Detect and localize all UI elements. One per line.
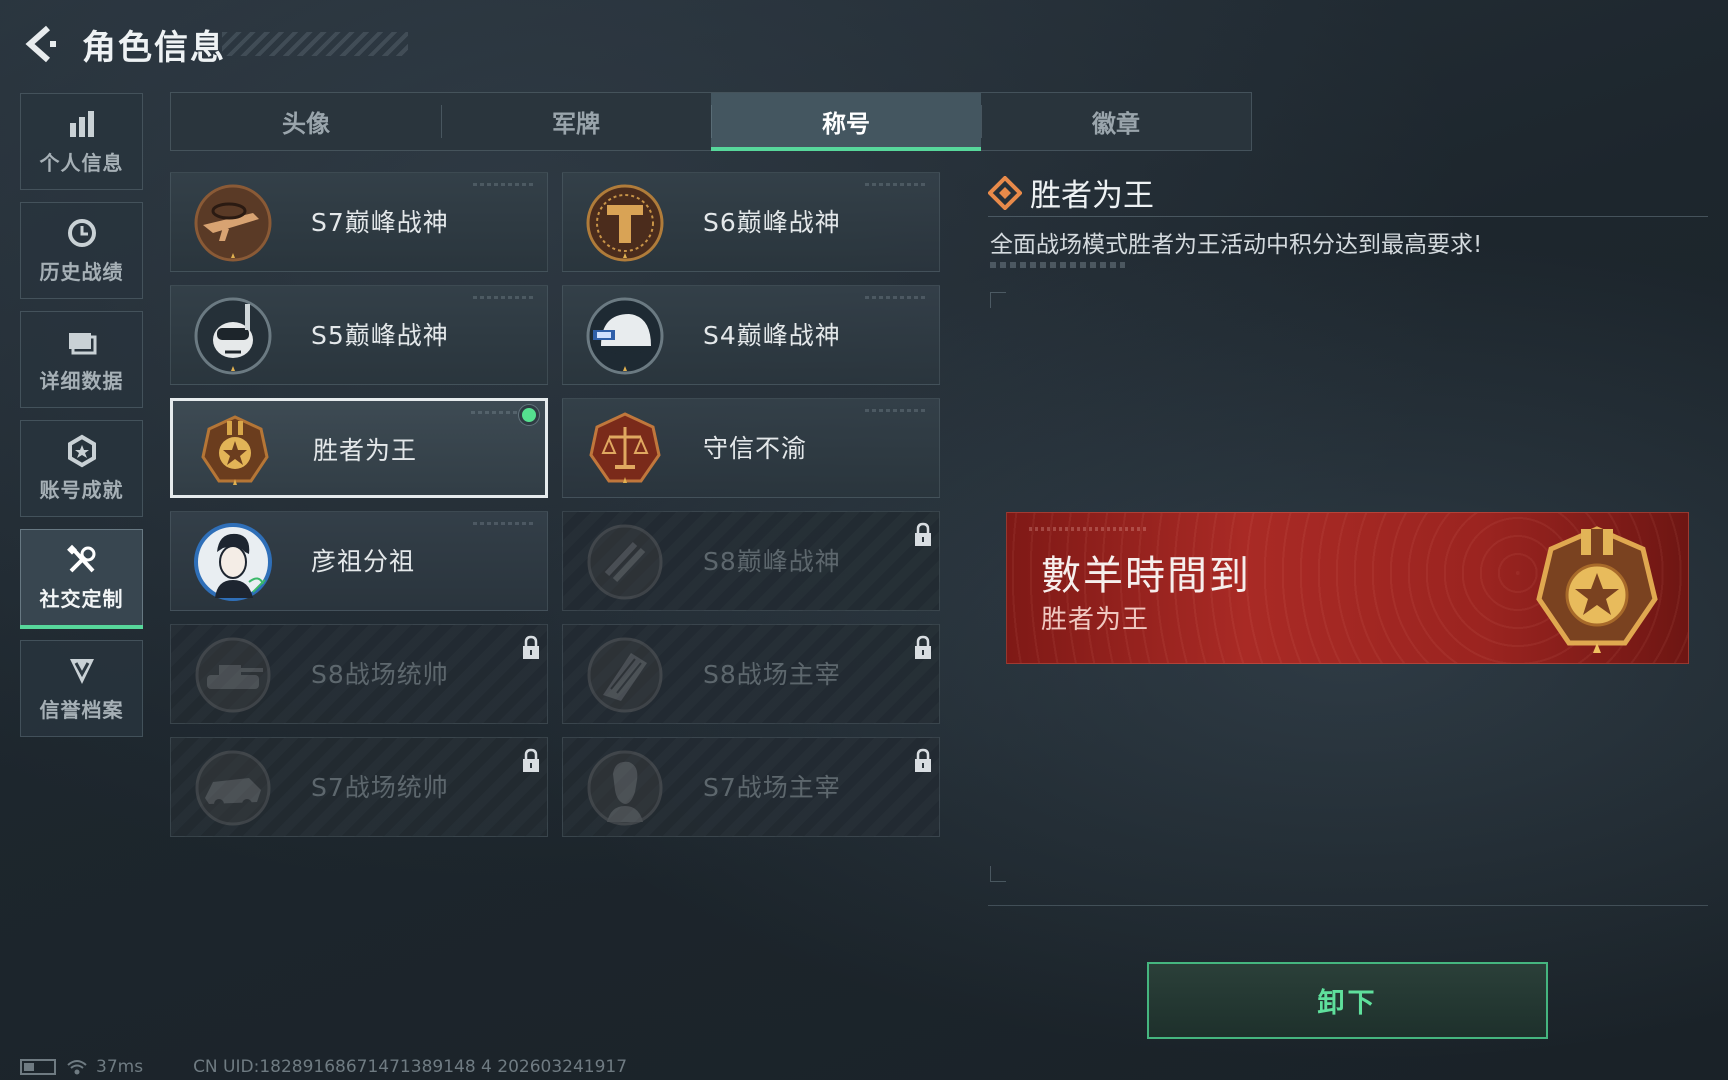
wifi-icon	[67, 1060, 87, 1075]
tab-badge[interactable]: 徽章	[981, 93, 1251, 150]
achievement-badge-icon	[67, 434, 96, 468]
ping-readout: 37ms	[96, 1057, 144, 1077]
title-card-s4-peak[interactable]: S4巅峰战神	[562, 285, 940, 385]
title-card-s8-commander[interactable]: S8战场统帅	[170, 624, 548, 724]
card-decoration	[473, 296, 533, 299]
title-hatch-decoration	[222, 32, 408, 56]
history-clock-icon	[67, 219, 96, 247]
gold-medal-emblem-icon	[1536, 526, 1658, 653]
banner-decoration	[1029, 527, 1149, 531]
lock-icon	[915, 635, 931, 659]
title-card-s6-peak[interactable]: S6巅峰战神	[562, 172, 940, 272]
card-decoration	[865, 409, 925, 412]
title-name: S8巅峰战神	[703, 547, 841, 576]
banner-player-name: 數羊時間到	[1041, 553, 1251, 599]
sidebar-item-social-custom[interactable]: 社交定制	[20, 529, 143, 629]
title-name: S7巅峰战神	[311, 208, 449, 237]
sidebar-item-label: 信誉档案	[39, 698, 124, 722]
title-card-s8-dominator[interactable]: S8战场主宰	[562, 624, 940, 724]
title-card-s8-peak[interactable]: S8巅峰战神	[562, 511, 940, 611]
title-name: S8战场统帅	[311, 660, 449, 689]
title-card-s7-dominator[interactable]: S7战场主宰	[562, 737, 940, 837]
detail-title: 胜者为王	[988, 170, 1154, 215]
category-tabs: 头像 军牌 称号 徽章	[170, 92, 1252, 151]
card-decoration	[865, 296, 925, 299]
header-bar: 角色信息	[0, 0, 1728, 90]
lock-icon	[915, 522, 931, 546]
detail-divider	[988, 216, 1708, 217]
title-card-s7-peak[interactable]: S7巅峰战神	[170, 172, 548, 272]
gold-medal-emblem-icon	[201, 415, 269, 485]
sidebar-item-label: 个人信息	[39, 151, 124, 175]
title-name: S4巅峰战神	[703, 321, 841, 350]
bar-chart-icon	[69, 111, 94, 137]
t-shield-emblem-icon	[586, 184, 664, 262]
card-decoration	[473, 183, 533, 186]
detail-title-text: 胜者为王	[1030, 178, 1154, 214]
frame-corner	[990, 866, 1006, 882]
back-arrow-icon[interactable]	[20, 24, 60, 64]
unequip-button[interactable]: 卸下	[1147, 962, 1548, 1039]
folder-icon	[68, 333, 96, 355]
rifle-emblem-icon	[194, 184, 272, 262]
detail-description: 全面战场模式胜者为王活动中积分达到最高要求!	[990, 232, 1483, 258]
soldier-emblem-icon	[587, 750, 663, 826]
skull-diver-emblem-icon	[194, 297, 272, 375]
sidebar-item-detailed-data[interactable]: 详细数据	[20, 311, 143, 408]
status-footer: 37ms CN UID:18289168671471389148 4 20260…	[20, 1056, 627, 1078]
page-title: 角色信息	[82, 28, 226, 68]
slash-emblem-icon	[587, 524, 663, 600]
title-name: S7战场主宰	[703, 773, 841, 802]
tab-dog-tag[interactable]: 军牌	[441, 93, 711, 150]
card-decoration	[473, 522, 533, 525]
sidebar-item-label: 账号成就	[39, 478, 124, 502]
wrench-tools-icon	[66, 544, 95, 573]
sidebar-item-history[interactable]: 历史战绩	[20, 202, 143, 299]
sidebar-item-label: 社交定制	[39, 587, 124, 611]
diamond-title-icon	[988, 175, 1022, 210]
title-name: 胜者为王	[313, 436, 418, 465]
portrait-emblem-icon	[194, 523, 272, 601]
title-banner-preview: 數羊時間到 胜者为王	[1006, 512, 1689, 664]
frame-corner	[990, 292, 1006, 308]
sidebar-item-achievements[interactable]: 账号成就	[20, 420, 143, 517]
lock-icon	[915, 748, 931, 772]
battery-icon	[20, 1059, 56, 1075]
title-name: 守信不渝	[703, 434, 808, 463]
tank-emblem-icon	[195, 637, 271, 713]
sidebar-item-credit-record[interactable]: 信誉档案	[20, 640, 143, 737]
building-emblem-icon	[587, 637, 663, 713]
detail-subline-decoration	[990, 262, 1125, 268]
scales-emblem-icon	[589, 412, 661, 483]
lock-icon	[523, 748, 539, 772]
tab-title[interactable]: 称号	[711, 93, 981, 151]
vehicle-emblem-icon	[195, 750, 271, 826]
shield-chevron-icon	[69, 659, 94, 684]
title-card-s5-peak[interactable]: S5巅峰战神	[170, 285, 548, 385]
uid-readout: CN UID:18289168671471389148 4 2026032419…	[193, 1057, 628, 1077]
equipped-indicator-dot	[519, 405, 539, 425]
title-card-s7-commander[interactable]: S7战场统帅	[170, 737, 548, 837]
lock-icon	[523, 635, 539, 659]
title-card-yanzu[interactable]: 彦祖分祖	[170, 511, 548, 611]
card-decoration	[865, 183, 925, 186]
sidebar-item-personal-info[interactable]: 个人信息	[20, 93, 143, 190]
title-name: S5巅峰战神	[311, 321, 449, 350]
detail-bottom-divider	[988, 905, 1708, 906]
title-name: S7战场统帅	[311, 773, 449, 802]
title-name: S6巅峰战神	[703, 208, 841, 237]
sidebar-item-label: 详细数据	[39, 369, 124, 393]
tab-avatar[interactable]: 头像	[171, 93, 441, 150]
title-name: 彦祖分祖	[311, 547, 416, 576]
title-card-winner-king[interactable]: 胜者为王	[170, 398, 548, 498]
title-card-keep-faith[interactable]: 守信不渝	[562, 398, 940, 498]
sidebar-item-label: 历史战绩	[39, 260, 124, 284]
banner-title: 胜者为王	[1041, 605, 1150, 635]
helmet-emblem-icon	[586, 297, 664, 375]
title-name: S8战场主宰	[703, 660, 841, 689]
